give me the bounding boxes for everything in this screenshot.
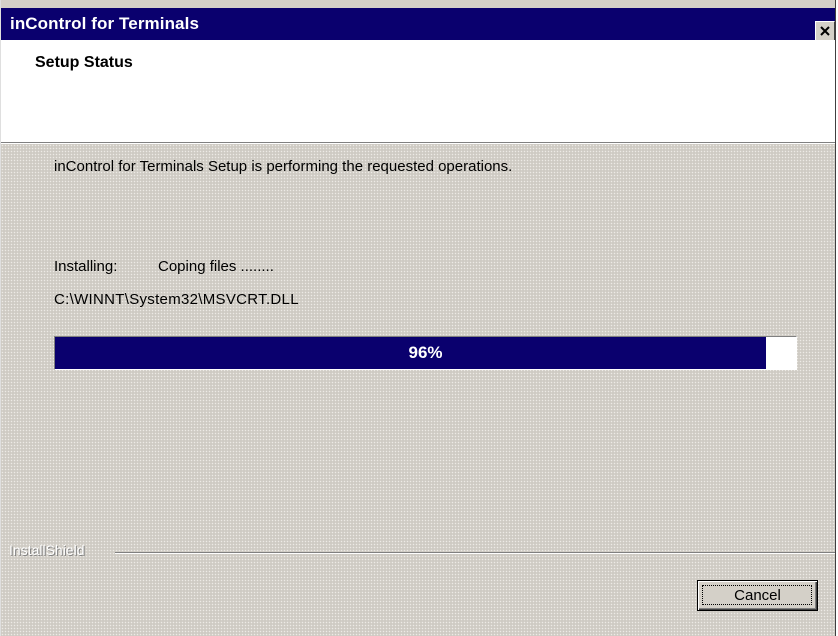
installshield-brand: InstallShield bbox=[9, 542, 85, 558]
close-button[interactable] bbox=[815, 21, 835, 41]
status-description: inControl for Terminals Setup is perform… bbox=[54, 158, 513, 175]
cancel-button[interactable]: Cancel bbox=[697, 580, 818, 611]
cancel-button-label: Cancel bbox=[734, 587, 781, 604]
status-panel: inControl for Terminals Setup is perform… bbox=[1, 143, 835, 636]
installing-label: Installing: bbox=[54, 258, 118, 275]
setup-window: inControl for Terminals Setup Status inC… bbox=[0, 0, 836, 636]
progress-bar: 96% bbox=[54, 336, 797, 370]
close-icon bbox=[820, 26, 830, 36]
title-bar[interactable]: inControl for Terminals bbox=[1, 8, 835, 41]
current-file-path: C:\WINNT\System32\MSVCRT.DLL bbox=[54, 291, 299, 308]
progress-percent: 96% bbox=[408, 343, 443, 362]
page-title: Setup Status bbox=[35, 54, 133, 71]
header-panel: Setup Status bbox=[1, 40, 835, 143]
installing-status: Coping files ........ bbox=[158, 258, 274, 275]
footer-divider bbox=[115, 552, 835, 554]
window-title: inControl for Terminals bbox=[10, 14, 199, 33]
